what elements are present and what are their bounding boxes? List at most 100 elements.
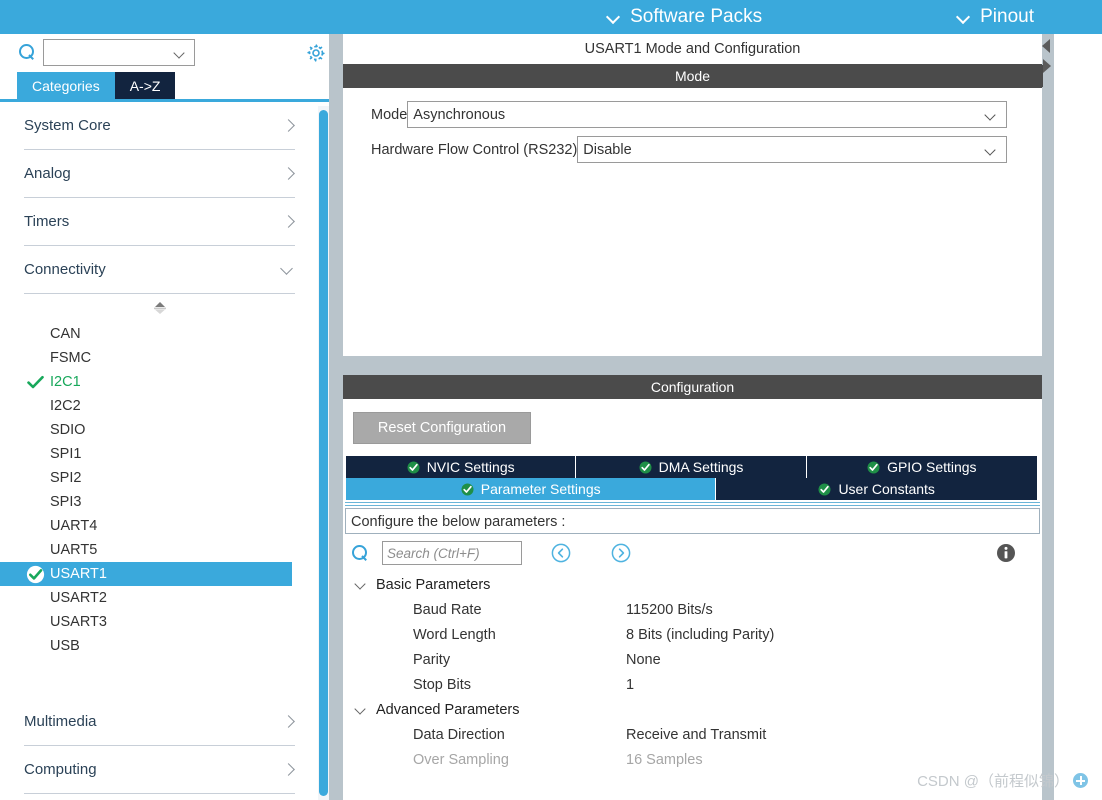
sidebar-scrollbar-thumb[interactable] bbox=[319, 110, 328, 796]
peripheral-item-usb[interactable]: USB bbox=[0, 634, 292, 658]
green-check-icon bbox=[26, 373, 45, 392]
peripheral-item-uart4[interactable]: UART4 bbox=[0, 514, 292, 538]
param-value: 1 bbox=[626, 676, 635, 693]
tab-dma-settings[interactable]: DMA Settings bbox=[576, 456, 807, 478]
peripheral-item-spi1[interactable]: SPI1 bbox=[0, 442, 292, 466]
peripheral-label: USART1 bbox=[50, 566, 107, 582]
param-name: Over Sampling bbox=[413, 751, 509, 768]
tab-categories[interactable]: Categories bbox=[17, 72, 115, 101]
peripheral-item-usart2[interactable]: USART2 bbox=[0, 586, 292, 610]
page-title: USART1 Mode and Configuration bbox=[343, 34, 1042, 64]
peripheral-item-uart5[interactable]: UART5 bbox=[0, 538, 292, 562]
peripheral-label: SPI1 bbox=[50, 446, 82, 462]
menu-pinout[interactable]: Pinout bbox=[957, 6, 1034, 28]
parameter-search-input[interactable] bbox=[383, 542, 517, 564]
peripheral-item-i2c1[interactable]: I2C1 bbox=[0, 370, 292, 394]
watermark-text: CSDN @（前程似锦） bbox=[917, 773, 1069, 790]
flow-control-select[interactable]: Disable bbox=[577, 136, 1007, 163]
group-basic-parameters[interactable]: Basic Parameters bbox=[343, 572, 1042, 597]
sidebar-search-row bbox=[0, 34, 334, 70]
tab-dma-settings-label: DMA Settings bbox=[658, 459, 744, 475]
mode-label: Mode bbox=[371, 106, 408, 123]
tab-user-constants[interactable]: User Constants bbox=[716, 478, 1037, 500]
param-name: Stop Bits bbox=[413, 676, 472, 693]
peripheral-label: USART2 bbox=[50, 590, 107, 606]
param-name: Parity bbox=[413, 651, 451, 668]
search-input[interactable] bbox=[44, 39, 169, 65]
sidebar-category-system-core[interactable]: System Core bbox=[24, 102, 295, 150]
green-check-icon bbox=[818, 483, 831, 496]
info-icon[interactable] bbox=[996, 543, 1016, 563]
configuration-section-body: Reset Configuration NVIC Settings DMA Se… bbox=[343, 399, 1042, 772]
green-check-icon bbox=[461, 483, 474, 496]
chevron-down-icon bbox=[607, 10, 621, 24]
reset-configuration-button[interactable]: Reset Configuration bbox=[353, 412, 531, 444]
sidebar-search-combo[interactable] bbox=[43, 38, 195, 66]
peripheral-item-fsmc[interactable]: FSMC bbox=[0, 346, 292, 370]
sidebar-category-multimedia[interactable]: Multimedia bbox=[24, 698, 295, 746]
peripheral-item-spi3[interactable]: SPI3 bbox=[0, 490, 292, 514]
group-label: Basic Parameters bbox=[376, 576, 491, 593]
menu-software-packs-label: Software Packs bbox=[630, 6, 763, 27]
gear-icon[interactable] bbox=[306, 43, 326, 63]
group-advanced-parameters[interactable]: Advanced Parameters bbox=[343, 697, 1042, 722]
mode-select[interactable]: Asynchronous bbox=[407, 101, 1007, 128]
peripheral-label: FSMC bbox=[50, 350, 92, 366]
peripheral-label: I2C1 bbox=[50, 374, 81, 390]
peripheral-label: UART4 bbox=[50, 518, 98, 534]
peripheral-item-can[interactable]: CAN bbox=[0, 322, 292, 346]
tab-parameter-settings[interactable]: Parameter Settings bbox=[346, 478, 717, 500]
tab-a-to-z[interactable]: A->Z bbox=[114, 72, 176, 101]
group-label: Advanced Parameters bbox=[376, 701, 520, 718]
menu-software-packs[interactable]: Software Packs bbox=[607, 6, 762, 28]
param-value: Receive and Transmit bbox=[626, 726, 767, 743]
param-name: Data Direction bbox=[413, 726, 505, 743]
table-row[interactable]: Data Direction Receive and Transmit bbox=[343, 722, 1042, 747]
chevron-right-icon bbox=[283, 764, 295, 776]
reset-config-wrap: Reset Configuration bbox=[343, 399, 1042, 456]
table-row[interactable]: Parity None bbox=[343, 647, 1042, 672]
mode-section-body: Mode Asynchronous Hardware Flow Control … bbox=[343, 88, 1042, 356]
table-row[interactable]: Word Length 8 Bits (including Parity) bbox=[343, 622, 1042, 647]
parameter-toolbar bbox=[343, 538, 1042, 568]
sidebar-category-analog[interactable]: Analog bbox=[24, 150, 295, 198]
tab-nvic-settings[interactable]: NVIC Settings bbox=[346, 456, 577, 478]
peripheral-item-usart3[interactable]: USART3 bbox=[0, 610, 292, 634]
param-name: Baud Rate bbox=[413, 601, 482, 618]
circle-chevron-left-icon[interactable] bbox=[550, 542, 572, 564]
sidebar-category-timers[interactable]: Timers bbox=[24, 198, 295, 246]
collapse-left-button[interactable] bbox=[1040, 36, 1053, 58]
section-gap bbox=[343, 356, 1042, 375]
main-panel: USART1 Mode and Configuration Mode Mode … bbox=[343, 34, 1042, 800]
circle-chevron-right-icon[interactable] bbox=[610, 542, 632, 564]
peripheral-label: SPI3 bbox=[50, 494, 82, 510]
collapse-right-button[interactable] bbox=[1040, 56, 1053, 78]
flow-control-select-value: Disable bbox=[583, 141, 632, 158]
table-row[interactable]: Stop Bits 1 bbox=[343, 672, 1042, 697]
tab-gpio-settings[interactable]: GPIO Settings bbox=[806, 456, 1037, 478]
flow-control-label: Hardware Flow Control (RS232) bbox=[371, 141, 578, 158]
main-scrollbar[interactable] bbox=[1042, 34, 1054, 800]
chevron-down-icon bbox=[986, 146, 997, 154]
peripheral-label: SDIO bbox=[50, 422, 86, 438]
category-label: Analog bbox=[24, 165, 71, 182]
green-check-circle-icon bbox=[26, 565, 45, 584]
category-label: Connectivity bbox=[24, 261, 106, 278]
watermark: CSDN @（前程似锦） bbox=[917, 770, 1088, 791]
search-icon bbox=[18, 43, 36, 61]
table-row[interactable]: Baud Rate 115200 Bits/s bbox=[343, 597, 1042, 622]
peripheral-item-usart1[interactable]: USART1 bbox=[0, 562, 292, 586]
sidebar-category-computing[interactable]: Computing bbox=[24, 746, 295, 794]
parameter-search-box[interactable] bbox=[382, 541, 522, 565]
chevron-right-icon bbox=[283, 216, 295, 228]
tab-user-constants-label: User Constants bbox=[838, 481, 935, 497]
peripheral-item-sdio[interactable]: SDIO bbox=[0, 418, 292, 442]
sidebar-tabs: Categories A->Z bbox=[0, 70, 334, 101]
sidebar-category-connectivity[interactable]: Connectivity bbox=[24, 246, 295, 294]
peripheral-item-i2c2[interactable]: I2C2 bbox=[0, 394, 292, 418]
chevron-down-icon[interactable] bbox=[175, 49, 186, 56]
list-sort-handle[interactable] bbox=[0, 296, 320, 320]
peripheral-item-spi2[interactable]: SPI2 bbox=[0, 466, 292, 490]
peripheral-label: USART3 bbox=[50, 614, 107, 630]
